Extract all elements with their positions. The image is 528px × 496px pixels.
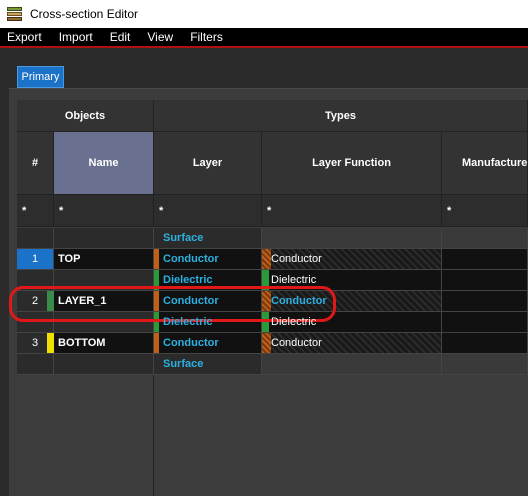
filter-manufacturer[interactable]: * (442, 195, 528, 227)
row-number-1[interactable]: 1 (17, 249, 54, 270)
layer-type-top[interactable]: Conductor (154, 249, 262, 270)
column-header-layer[interactable]: Layer (154, 132, 262, 195)
column-divider (153, 375, 154, 496)
table-row-surface-bottom-layer[interactable]: Surface (154, 354, 262, 375)
menu-bar: Export Import Edit View Filters (0, 28, 528, 48)
conductor-color-swatch (154, 333, 159, 353)
table-row-surface-top-num[interactable] (17, 228, 54, 249)
filter-name[interactable]: * (54, 195, 154, 227)
table-row-surface-bottom-num[interactable] (17, 354, 54, 375)
column-header-name[interactable]: Name (54, 132, 154, 195)
window-title: Cross-section Editor (30, 7, 139, 21)
column-header-layer-function[interactable]: Layer Function (262, 132, 442, 195)
bottom-marker (47, 333, 54, 353)
filter-layer[interactable]: * (154, 195, 262, 227)
title-bar: Cross-section Editor (0, 0, 528, 28)
layer-function-top[interactable]: Conductor (262, 249, 442, 270)
cross-section-app-icon (6, 5, 24, 23)
column-header-number[interactable]: # (17, 132, 54, 195)
manufacturer-dielectric-2[interactable] (442, 312, 528, 333)
layer-function-dielectric-2[interactable]: Dielectric (262, 312, 442, 333)
menu-edit[interactable]: Edit (103, 30, 141, 44)
tab-primary[interactable]: Primary (17, 66, 64, 88)
manufacturer-layer-1[interactable] (442, 291, 528, 312)
column-header-manufacturer[interactable]: Manufacture (442, 132, 528, 195)
manufacturer-top[interactable] (442, 249, 528, 270)
group-header-types: Types (154, 100, 528, 132)
manufacturer-dielectric-1[interactable] (442, 270, 528, 291)
conductor-color-swatch (154, 249, 159, 269)
menu-filters[interactable]: Filters (183, 30, 233, 44)
layer-name-bottom[interactable]: BOTTOM (54, 333, 154, 354)
table-row-surface-bottom-function[interactable] (262, 354, 442, 375)
group-header-objects: Objects (17, 100, 154, 132)
layer-name-top[interactable]: TOP (54, 249, 154, 270)
table-row-surface-bottom-manufacturer[interactable] (442, 354, 528, 375)
row-number-3[interactable]: 3 (17, 333, 54, 354)
manufacturer-bottom[interactable] (442, 333, 528, 354)
filter-layer-function[interactable]: * (262, 195, 442, 227)
layer-function-bottom[interactable]: Conductor (262, 333, 442, 354)
conductor-hatch-swatch (262, 249, 271, 269)
menu-import[interactable]: Import (52, 30, 103, 44)
layer-type-bottom[interactable]: Conductor (154, 333, 262, 354)
table-row-surface-top-function[interactable] (262, 228, 442, 249)
table-row-surface-top-layer[interactable]: Surface (154, 228, 262, 249)
table-row-surface-bottom-name[interactable] (54, 354, 154, 375)
table-row-surface-top-name[interactable] (54, 228, 154, 249)
menu-view[interactable]: View (140, 30, 183, 44)
table-row-surface-top-manufacturer[interactable] (442, 228, 528, 249)
menu-export[interactable]: Export (0, 30, 52, 44)
filter-number[interactable]: * (17, 195, 54, 227)
conductor-hatch-swatch (262, 333, 271, 353)
